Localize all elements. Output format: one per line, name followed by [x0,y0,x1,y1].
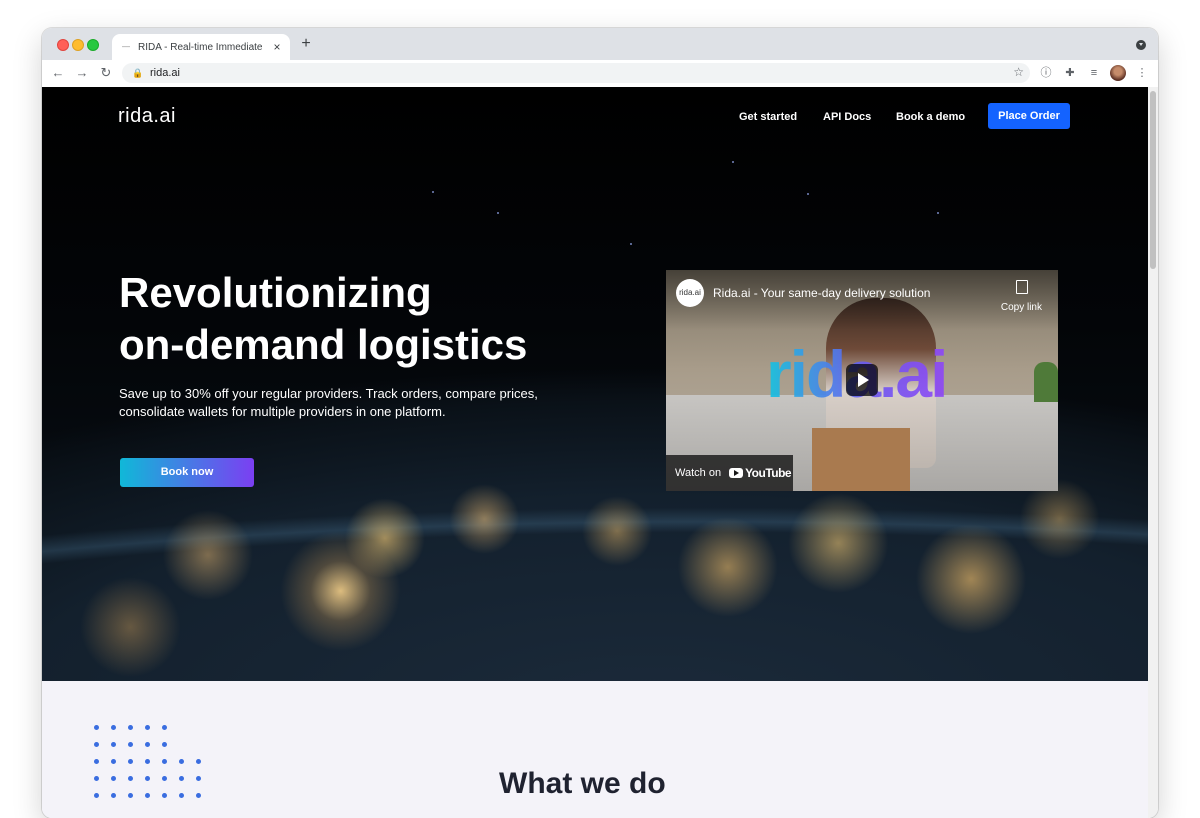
grid-dot [145,793,150,798]
dash-icon: — [122,42,130,51]
watch-on-youtube-link[interactable]: Watch on YouTube [666,455,793,491]
grid-dot [196,776,201,781]
minimize-window-button[interactable] [72,39,84,51]
place-order-button[interactable]: Place Order [988,103,1070,129]
grid-dot [94,776,99,781]
star-decoration [937,212,939,214]
brand-logo[interactable]: rida.ai [118,105,176,128]
watch-on-label: Watch on [675,467,722,479]
headline-line-1: Revolutionizing [119,269,432,316]
hero-headline: Revolutionizing on-demand logistics [119,267,527,371]
lock-icon[interactable]: 🔒 [132,68,143,78]
youtube-video-embed[interactable]: rida.ai Rida.ai - Your same-day delivery… [666,270,1058,491]
star-decoration [432,191,434,193]
page-scrollbar[interactable] [1148,87,1158,818]
youtube-logo-icon [729,468,744,478]
address-bar[interactable]: 🔒 rida.ai ☆ [122,63,1030,83]
star-decoration [497,212,499,214]
grid-dot [162,742,167,747]
forward-icon[interactable]: → [74,65,90,81]
grid-dot [128,742,133,747]
grid-dot [196,759,201,764]
copy-link-label[interactable]: Copy link [1001,302,1042,313]
grid-dot [145,776,150,781]
grid-dot [111,776,116,781]
video-title-overlay [666,270,1058,330]
book-now-button[interactable]: Book now [120,458,254,487]
back-icon[interactable]: ← [50,65,66,81]
grid-dot [196,793,201,798]
profile-avatar[interactable] [1110,65,1126,81]
new-tab-button[interactable]: + [298,36,314,52]
copy-link-icon[interactable] [1016,280,1028,294]
close-tab-icon[interactable]: × [270,40,284,54]
scrollbar-thumb[interactable] [1150,91,1156,269]
media-queue-icon[interactable]: ≡ [1086,65,1102,81]
star-decoration [807,193,809,195]
grid-dot [179,793,184,798]
grid-dot [128,759,133,764]
close-window-button[interactable] [57,39,69,51]
grid-dot [111,793,116,798]
browser-window: — RIDA - Real-time Immediate De × + ← → … [42,28,1158,818]
video-thumbnail-box [812,428,910,491]
video-title[interactable]: Rida.ai - Your same-day delivery solutio… [713,286,930,300]
youtube-wordmark: YouTube [745,466,792,480]
tab-strip: — RIDA - Real-time Immediate De × + [42,28,1158,60]
star-icon[interactable]: ☆ [1013,65,1024,79]
subtext-line-1: Save up to 30% off your regular provider… [119,386,538,401]
extensions-puzzle-icon[interactable]: ✚ [1062,65,1078,81]
video-thumbnail-plant [1034,362,1058,402]
star-decoration [630,243,632,245]
tab-search-icon[interactable] [1136,40,1146,50]
grid-dot [128,725,133,730]
grid-dot [145,759,150,764]
grid-dot [128,776,133,781]
menu-dots-icon[interactable]: ⋮ [1134,65,1150,81]
nav-get-started[interactable]: Get started [739,111,797,123]
address-text: rida.ai [150,67,180,79]
grid-dot [179,759,184,764]
tab-title: RIDA - Real-time Immediate De [138,41,266,53]
grid-dot [94,793,99,798]
hero-subtext: Save up to 30% off your regular provider… [119,385,569,421]
grid-dot [179,776,184,781]
star-decoration [732,161,734,163]
grid-dot [162,793,167,798]
grid-dot [111,742,116,747]
headline-line-2: on-demand logistics [119,321,528,368]
channel-avatar[interactable]: rida.ai [676,279,704,307]
page-viewport: rida.ai Get started API Docs Book a demo… [42,87,1148,818]
browser-tab[interactable]: — RIDA - Real-time Immediate De × [112,34,290,60]
grid-dot [162,759,167,764]
play-icon[interactable] [846,364,878,396]
grid-dot [94,725,99,730]
what-we-do-section: What we do [42,681,1148,818]
browser-toolbar: ← → ↻ 🔒 rida.ai ☆ ⓘ ✚ ≡ ⋮ [42,60,1158,88]
extension-1password-icon[interactable]: ⓘ [1038,65,1054,81]
grid-dot [162,776,167,781]
maximize-window-button[interactable] [87,39,99,51]
grid-dot [145,725,150,730]
grid-dot [94,742,99,747]
grid-dot [128,793,133,798]
reload-icon[interactable]: ↻ [98,65,114,81]
grid-dot [162,725,167,730]
grid-dot [111,759,116,764]
grid-dot [111,725,116,730]
subtext-line-2: consolidate wallets for multiple provide… [119,404,446,419]
grid-dot [94,759,99,764]
hero-section: rida.ai Get started API Docs Book a demo… [42,87,1148,681]
section-title: What we do [499,767,666,800]
nav-book-a-demo[interactable]: Book a demo [896,111,965,123]
nav-api-docs[interactable]: API Docs [823,111,871,123]
grid-dot [145,742,150,747]
